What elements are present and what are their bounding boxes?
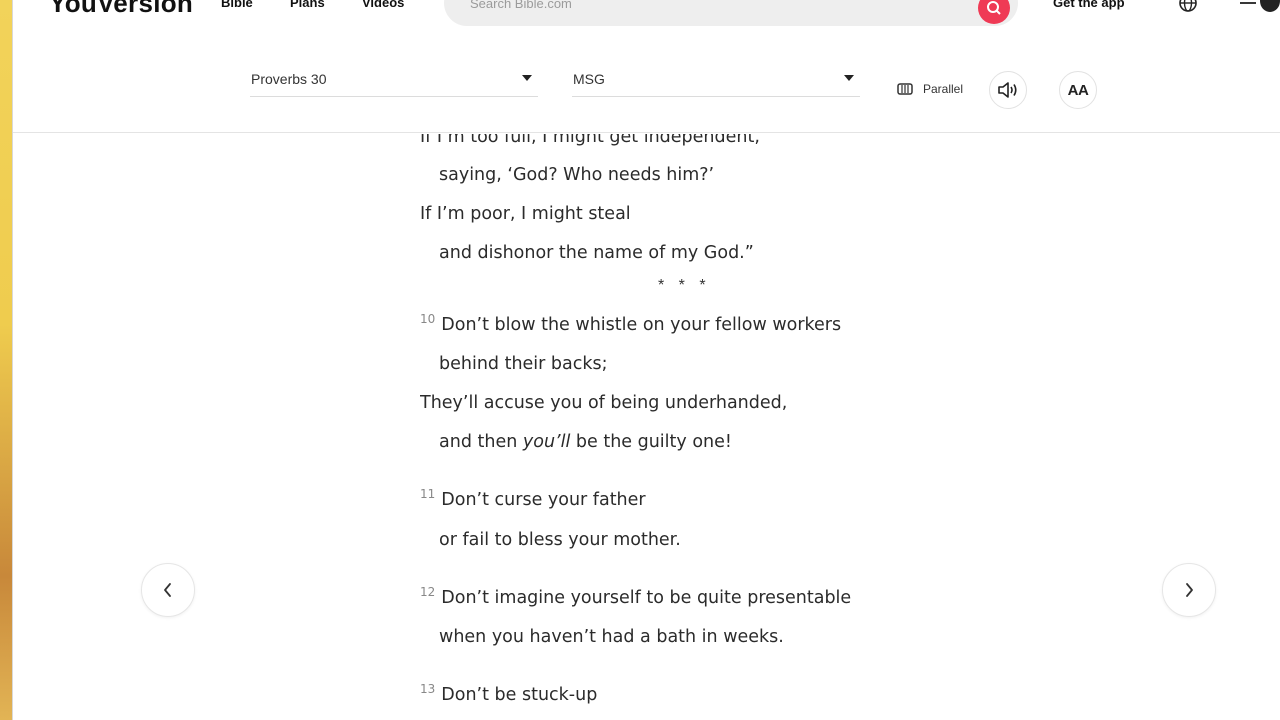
verse-line: and then you’ll be the guilty one! [439, 431, 732, 453]
globe-icon[interactable] [1177, 0, 1199, 14]
chevron-down-icon [844, 75, 854, 81]
verse-line: behind their backs; [439, 354, 608, 374]
verse-line: when you haven’t had a bath in weeks. [439, 627, 784, 647]
youversion-logo[interactable]: YouVersion [49, 0, 193, 18]
verse-10: 10 Don’t blow the whistle on your fellow … [420, 312, 842, 337]
version-select[interactable]: MSG [572, 62, 860, 97]
audio-button[interactable] [989, 71, 1027, 109]
parallel-label: Parallel [923, 82, 964, 96]
verse-text: and then [439, 432, 523, 452]
verse-11: 11 Don’t curse your father [420, 487, 646, 512]
parallel-icon [897, 83, 913, 95]
chevron-right-icon [1186, 583, 1193, 597]
verse-text: be the guilty one! [570, 432, 732, 452]
verse-line: They’ll accuse you of being underhanded, [420, 393, 788, 413]
verse-line: saying, ‘God? Who needs him?’ [439, 165, 715, 185]
toolbar-divider [13, 132, 1280, 133]
verse-emphasis: you’ll [522, 432, 571, 452]
verse-text: Don’t curse your father [441, 490, 646, 510]
verse-line: If I’m too full, I might get independent… [420, 134, 760, 147]
verse-12: 12 Don’t imagine yourself to be quite pre… [420, 585, 852, 610]
verse-line: If I’m poor, I might steal [420, 204, 631, 224]
chevron-left-icon [164, 583, 171, 597]
desktop-edge [0, 0, 13, 720]
verse-number: 10 [420, 312, 436, 326]
get-the-app-link[interactable]: Get the app [1053, 0, 1125, 12]
search-button[interactable] [978, 0, 1010, 24]
passage-content: If I’m too full, I might get independent… [420, 134, 940, 720]
search-icon [987, 1, 1001, 15]
section-separator: * * * [658, 277, 711, 294]
avatar[interactable] [1260, 0, 1280, 12]
verse-line: and dishonor the name of my God.” [439, 243, 754, 263]
verse-text: Don’t be stuck-up [441, 685, 598, 705]
font-size-button[interactable]: AA [1059, 71, 1097, 109]
chevron-down-icon [522, 75, 532, 81]
verse-13: 13 Don’t be stuck-up [420, 682, 598, 707]
verse-number: 11 [420, 487, 436, 501]
audio-icon [998, 82, 1017, 98]
next-chapter-button[interactable] [1162, 563, 1216, 617]
menu-icon[interactable] [1239, 0, 1257, 10]
verse-line: or fail to bless your mother. [439, 530, 681, 550]
verse-number: 13 [420, 682, 436, 696]
book-chapter-select[interactable]: Proverbs 30 [250, 62, 538, 97]
verse-text: Don’t imagine yourself to be quite prese… [441, 588, 852, 608]
font-size-label: AA [1067, 81, 1089, 99]
version-label: MSG [573, 71, 605, 87]
top-navigation: YouVersion Bible Plans Videos Get the ap… [13, 0, 1280, 26]
search-bar [444, 0, 1018, 26]
nav-link-plans[interactable]: Plans [290, 0, 325, 12]
nav-link-videos[interactable]: Videos [362, 0, 404, 12]
verse-text: Don’t blow the whistle on your fellow wo… [441, 315, 842, 335]
search-input[interactable] [470, 0, 950, 11]
previous-chapter-button[interactable] [141, 563, 195, 617]
book-chapter-label: Proverbs 30 [251, 71, 327, 87]
nav-link-bible[interactable]: Bible [221, 0, 253, 12]
verse-number: 12 [420, 585, 436, 599]
parallel-button[interactable]: Parallel [897, 80, 963, 98]
reader-toolbar: Proverbs 30 MSG Parallel AA [13, 62, 1280, 112]
